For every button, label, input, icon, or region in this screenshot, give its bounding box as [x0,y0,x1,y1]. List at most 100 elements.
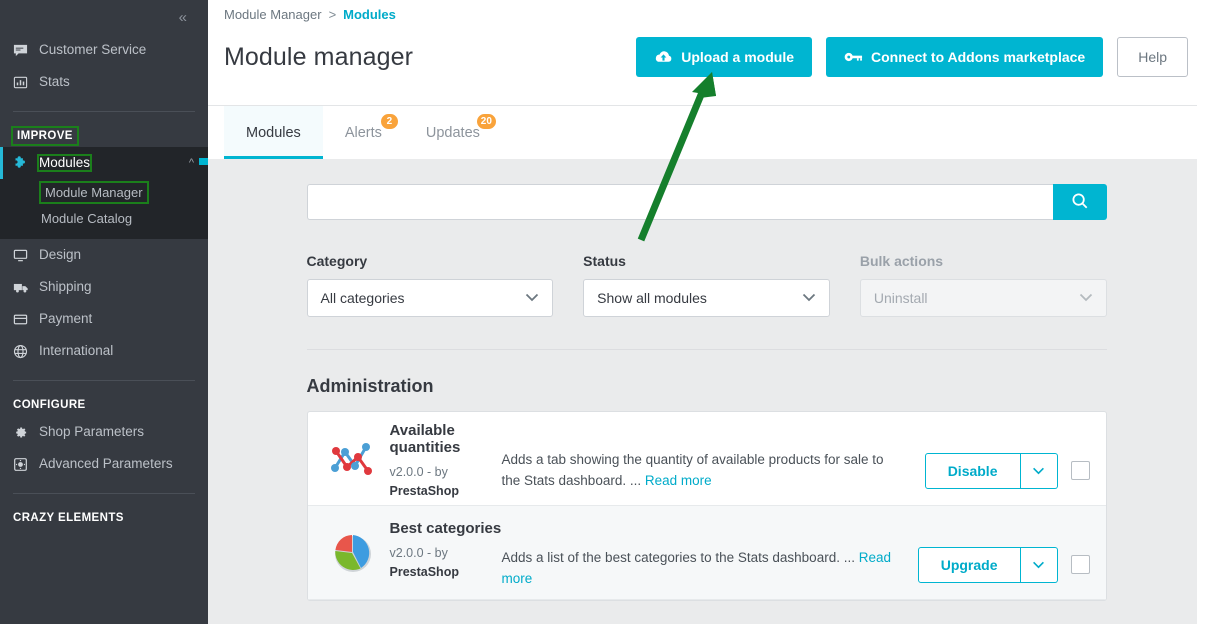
bar-chart-icon [13,75,39,90]
filter-bulk-actions: Bulk actions Uninstall [859,253,1107,317]
category-select[interactable]: All categories [306,279,554,317]
tab-alerts[interactable]: Alerts 2 [323,106,404,159]
sidebar-item-modules-label: Modules [36,154,93,172]
help-button[interactable]: Help [1117,37,1188,77]
module-list: Available quantities v2.0.0 - by PrestaS… [306,411,1107,601]
module-version-text: v2.0.0 - by [389,546,448,561]
sidebar-header: « [0,0,208,34]
sidebar-item-shop-parameters[interactable]: Shop Parameters [0,416,208,448]
module-select-checkbox[interactable] [1070,555,1090,574]
status-select-value: Show all modules [597,290,707,306]
sidebar-item-label: International [39,343,114,359]
tab-updates[interactable]: Updates 20 [404,106,502,159]
content-inner: Category All categories Status Show all … [306,159,1107,601]
module-action-group: Upgrade [917,546,1058,583]
tab-bar: Modules Alerts 2 Updates 20 [208,105,1205,159]
module-select-checkbox[interactable] [1070,461,1090,480]
upload-module-label: Upload a module [681,49,795,65]
module-meta: Available quantities v2.0.0 - by PrestaS… [390,422,502,501]
filter-category: Category All categories [306,253,554,317]
module-author: PrestaShop [389,564,459,579]
bulk-actions-value: Uninstall [873,290,928,306]
sidebar-item-customer-service[interactable]: Customer Service [0,34,208,66]
upgrade-module-button[interactable]: Upgrade [917,546,1021,583]
module-action-group: Disable [924,452,1058,489]
upload-module-button[interactable]: Upload a module [636,37,813,77]
breadcrumb: Module Manager > Modules [224,0,1189,24]
read-more-link[interactable]: Read more [645,473,712,488]
module-name: Available quantities [389,421,461,456]
page-body: Category All categories Status Show all … [208,159,1205,624]
search-input[interactable] [306,184,1053,220]
search-button[interactable] [1052,184,1107,220]
sidebar-section-configure: CONFIGURE [0,394,208,416]
sidebar-item-international[interactable]: International [0,335,208,367]
sidebar-subitem-label: Module Catalog [41,210,133,226]
filter-row: Category All categories Status Show all … [306,253,1107,317]
tab-updates-label: Updates [425,124,480,141]
sidebar-item-advanced-parameters[interactable]: Advanced Parameters [0,448,208,480]
sidebar-section-improve-label: IMPROVE [11,126,79,146]
sidebar-submenu-modules: Module Manager Module Catalog [0,179,208,239]
page-header-actions: Upload a module Connect to Addons market… [636,37,1189,77]
sidebar-item-label: Design [39,247,82,263]
sidebar-item-label: Advanced Parameters [39,456,173,472]
disable-module-button[interactable]: Disable [924,452,1021,489]
tab-alerts-label: Alerts [344,124,382,141]
truck-icon [13,280,39,295]
chevron-double-left-icon[interactable]: « [179,10,187,25]
tab-modules[interactable]: Modules [224,106,323,159]
page-right-gutter [1197,0,1205,624]
sidebar-item-modules[interactable]: Modules ^ [0,147,208,179]
tab-updates-badge: 20 [476,114,496,129]
sidebar-item-shipping[interactable]: Shipping [0,271,208,303]
table-row: Best categories v2.0.0 - by PrestaShop A… [307,506,1106,600]
sidebar: « Customer Service Stats IMPROVE Modules… [0,0,208,624]
sidebar-item-label: Customer Service [39,42,147,58]
chevron-up-icon: ^ [188,156,194,169]
gear-icon [13,425,39,440]
sidebar-item-design[interactable]: Design [0,239,208,271]
page-header-row: Module manager Upload a module Connect t… [224,24,1189,90]
credit-card-icon [13,312,39,327]
sidebar-item-label: Shipping [39,279,92,295]
tab-modules-label: Modules [246,124,301,141]
sidebar-subitem-module-manager[interactable]: Module Manager [0,179,208,205]
filter-status-label: Status [583,253,626,269]
chevron-down-icon [1032,464,1045,478]
sidebar-section-crazy-label: CRAZY ELEMENTS [13,512,124,524]
filter-category-label: Category [306,253,368,269]
chevron-down-icon [525,291,539,305]
sidebar-subitem-module-catalog[interactable]: Module Catalog [0,205,208,231]
module-version: v2.0.0 - by PrestaShop [390,544,502,582]
search-bar [306,184,1107,220]
sidebar-section-improve: IMPROVE [0,125,208,147]
breadcrumb-root[interactable]: Module Manager [224,7,322,22]
globe-icon [13,344,39,359]
module-author: PrestaShop [389,483,459,498]
module-action-dropdown-button[interactable] [1020,546,1058,583]
section-title-administration: Administration [306,376,434,396]
connect-addons-label: Connect to Addons marketplace [871,49,1086,65]
section-divider [306,349,1107,350]
table-row: Available quantities v2.0.0 - by PrestaS… [307,412,1106,506]
sidebar-divider [13,111,195,112]
sidebar-scroll-indicator[interactable] [199,158,208,165]
module-action-dropdown-button[interactable] [1020,452,1058,489]
module-info: Available quantities v2.0.0 - by PrestaS… [380,417,925,501]
sidebar-section-crazy-elements: CRAZY ELEMENTS [0,507,208,529]
status-select[interactable]: Show all modules [583,279,830,317]
key-icon [844,50,863,64]
sidebar-item-payment[interactable]: Payment [0,303,208,335]
module-description: Adds a list of the best categories to th… [502,520,892,590]
sidebar-subitem-label: Module Manager [39,180,149,204]
module-actions: Disable [924,429,1090,489]
chevron-down-icon [1079,291,1093,305]
pie-chart-icon [326,531,380,575]
bulk-actions-select: Uninstall [859,279,1107,317]
breadcrumb-current[interactable]: Modules [343,7,396,22]
cloud-upload-icon [654,50,673,65]
sidebar-item-label: Payment [39,311,93,327]
sidebar-item-stats[interactable]: Stats [0,66,208,98]
connect-addons-button[interactable]: Connect to Addons marketplace [826,37,1104,77]
